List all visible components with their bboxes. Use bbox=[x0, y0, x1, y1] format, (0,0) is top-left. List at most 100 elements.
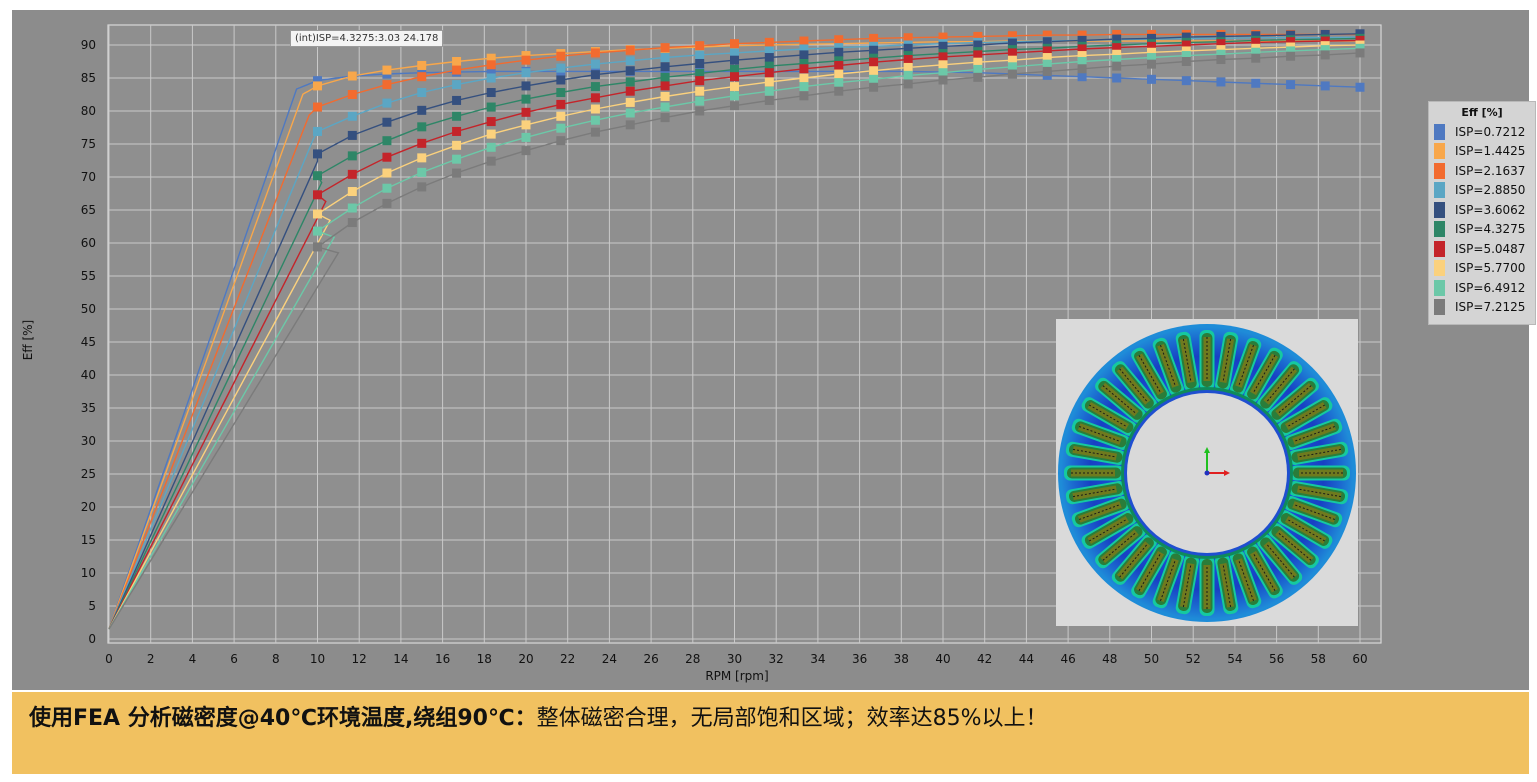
data-point bbox=[625, 97, 635, 107]
data-point bbox=[347, 203, 357, 213]
data-point bbox=[382, 98, 392, 108]
data-point bbox=[834, 69, 844, 79]
data-point bbox=[660, 81, 670, 91]
legend-label: ISP=5.0487 bbox=[1455, 241, 1526, 256]
hover-tooltip: (int)ISP=4.3275:3.03 24.178 bbox=[290, 30, 444, 47]
data-point bbox=[834, 78, 844, 88]
legend-item: ISP=3.6062 bbox=[1429, 200, 1535, 220]
data-point bbox=[869, 82, 879, 92]
data-point bbox=[382, 183, 392, 193]
legend-swatch bbox=[1434, 162, 1445, 179]
legend-item: ISP=1.4425 bbox=[1429, 142, 1535, 162]
data-point bbox=[695, 96, 705, 106]
x-tick-label: 22 bbox=[560, 652, 575, 666]
data-point bbox=[1181, 76, 1191, 86]
data-point bbox=[1320, 50, 1330, 60]
data-point bbox=[347, 218, 357, 228]
data-point bbox=[347, 71, 357, 81]
data-point bbox=[590, 115, 600, 125]
data-point bbox=[417, 138, 427, 148]
data-point bbox=[903, 70, 913, 80]
data-point bbox=[486, 142, 496, 152]
legend-item: ISP=0.7212 bbox=[1429, 122, 1535, 142]
legend-title: Eff [%] bbox=[1461, 106, 1503, 119]
summary-normal: 整体磁密合理，无局部饱和区域；效率达85%以上！ bbox=[536, 706, 1048, 731]
data-point bbox=[695, 106, 705, 116]
legend-items: ISP=0.7212 ISP=1.4425 ISP=2.1637 ISP=2.8850… bbox=[1429, 122, 1535, 317]
data-point bbox=[764, 37, 774, 47]
legend-label: ISP=5.7700 bbox=[1455, 261, 1526, 276]
y-tick-label: 75 bbox=[81, 137, 96, 151]
data-point bbox=[764, 68, 774, 78]
data-point bbox=[1112, 73, 1122, 83]
data-point bbox=[799, 50, 809, 60]
data-point bbox=[556, 136, 566, 146]
data-point bbox=[625, 86, 635, 96]
data-point bbox=[486, 117, 496, 127]
data-point bbox=[556, 99, 566, 109]
data-point bbox=[486, 156, 496, 166]
data-point bbox=[556, 111, 566, 121]
data-point bbox=[590, 48, 600, 58]
legend-label: ISP=0.7212 bbox=[1455, 124, 1526, 139]
summary-banner: 使用FEA 分析磁密度@40℃环境温度,绕组90℃：整体磁密合理，无局部饱和区域… bbox=[12, 692, 1529, 774]
data-point bbox=[417, 105, 427, 115]
data-point bbox=[313, 102, 322, 112]
data-point bbox=[625, 77, 635, 87]
data-point bbox=[313, 126, 322, 136]
data-point bbox=[417, 182, 427, 192]
legend-item: ISP=5.0487 bbox=[1429, 239, 1535, 259]
x-tick-label: 56 bbox=[1269, 652, 1284, 666]
data-point bbox=[556, 123, 566, 133]
data-point bbox=[1077, 72, 1087, 82]
x-tick-label: 16 bbox=[435, 652, 450, 666]
legend-label: ISP=3.6062 bbox=[1455, 202, 1526, 217]
data-point bbox=[1286, 51, 1296, 61]
data-point bbox=[660, 72, 670, 82]
data-point bbox=[660, 43, 670, 53]
data-point bbox=[313, 149, 322, 159]
data-point bbox=[452, 95, 462, 105]
data-point bbox=[834, 60, 844, 70]
x-tick-label: 2 bbox=[147, 652, 155, 666]
data-point bbox=[521, 55, 531, 65]
y-tick-label: 35 bbox=[81, 401, 96, 415]
legend-item: ISP=2.1637 bbox=[1429, 161, 1535, 181]
data-point bbox=[1320, 81, 1330, 91]
data-point bbox=[695, 76, 705, 86]
data-point bbox=[625, 66, 635, 76]
data-point bbox=[382, 152, 392, 162]
x-tick-label: 58 bbox=[1311, 652, 1326, 666]
data-point bbox=[313, 171, 322, 181]
data-point bbox=[556, 51, 566, 61]
data-point bbox=[695, 86, 705, 96]
data-point bbox=[764, 95, 774, 105]
data-point bbox=[486, 102, 496, 112]
data-point bbox=[660, 91, 670, 101]
x-tick-label: 34 bbox=[810, 652, 825, 666]
data-point bbox=[869, 57, 879, 67]
motor-flux-density-image bbox=[1056, 319, 1358, 626]
data-point bbox=[452, 126, 462, 136]
x-tick-label: 54 bbox=[1227, 652, 1242, 666]
data-point bbox=[347, 151, 357, 161]
data-point bbox=[590, 82, 600, 92]
y-tick-label: 90 bbox=[81, 38, 96, 52]
data-point bbox=[938, 75, 948, 85]
data-point bbox=[625, 120, 635, 130]
data-point bbox=[521, 132, 531, 142]
legend-label: ISP=2.8850 bbox=[1455, 183, 1526, 198]
legend-item: ISP=7.2125 bbox=[1429, 298, 1535, 318]
x-tick-label: 36 bbox=[852, 652, 867, 666]
legend-label: ISP=7.2125 bbox=[1455, 300, 1526, 315]
data-point bbox=[625, 45, 635, 55]
data-point bbox=[1147, 74, 1156, 84]
legend-swatch bbox=[1434, 279, 1445, 296]
data-point bbox=[869, 66, 879, 76]
data-point bbox=[834, 47, 844, 57]
data-point bbox=[417, 153, 427, 163]
x-tick-label: 40 bbox=[935, 652, 950, 666]
data-point bbox=[730, 55, 739, 65]
data-point bbox=[1251, 53, 1261, 63]
data-point bbox=[452, 80, 462, 90]
